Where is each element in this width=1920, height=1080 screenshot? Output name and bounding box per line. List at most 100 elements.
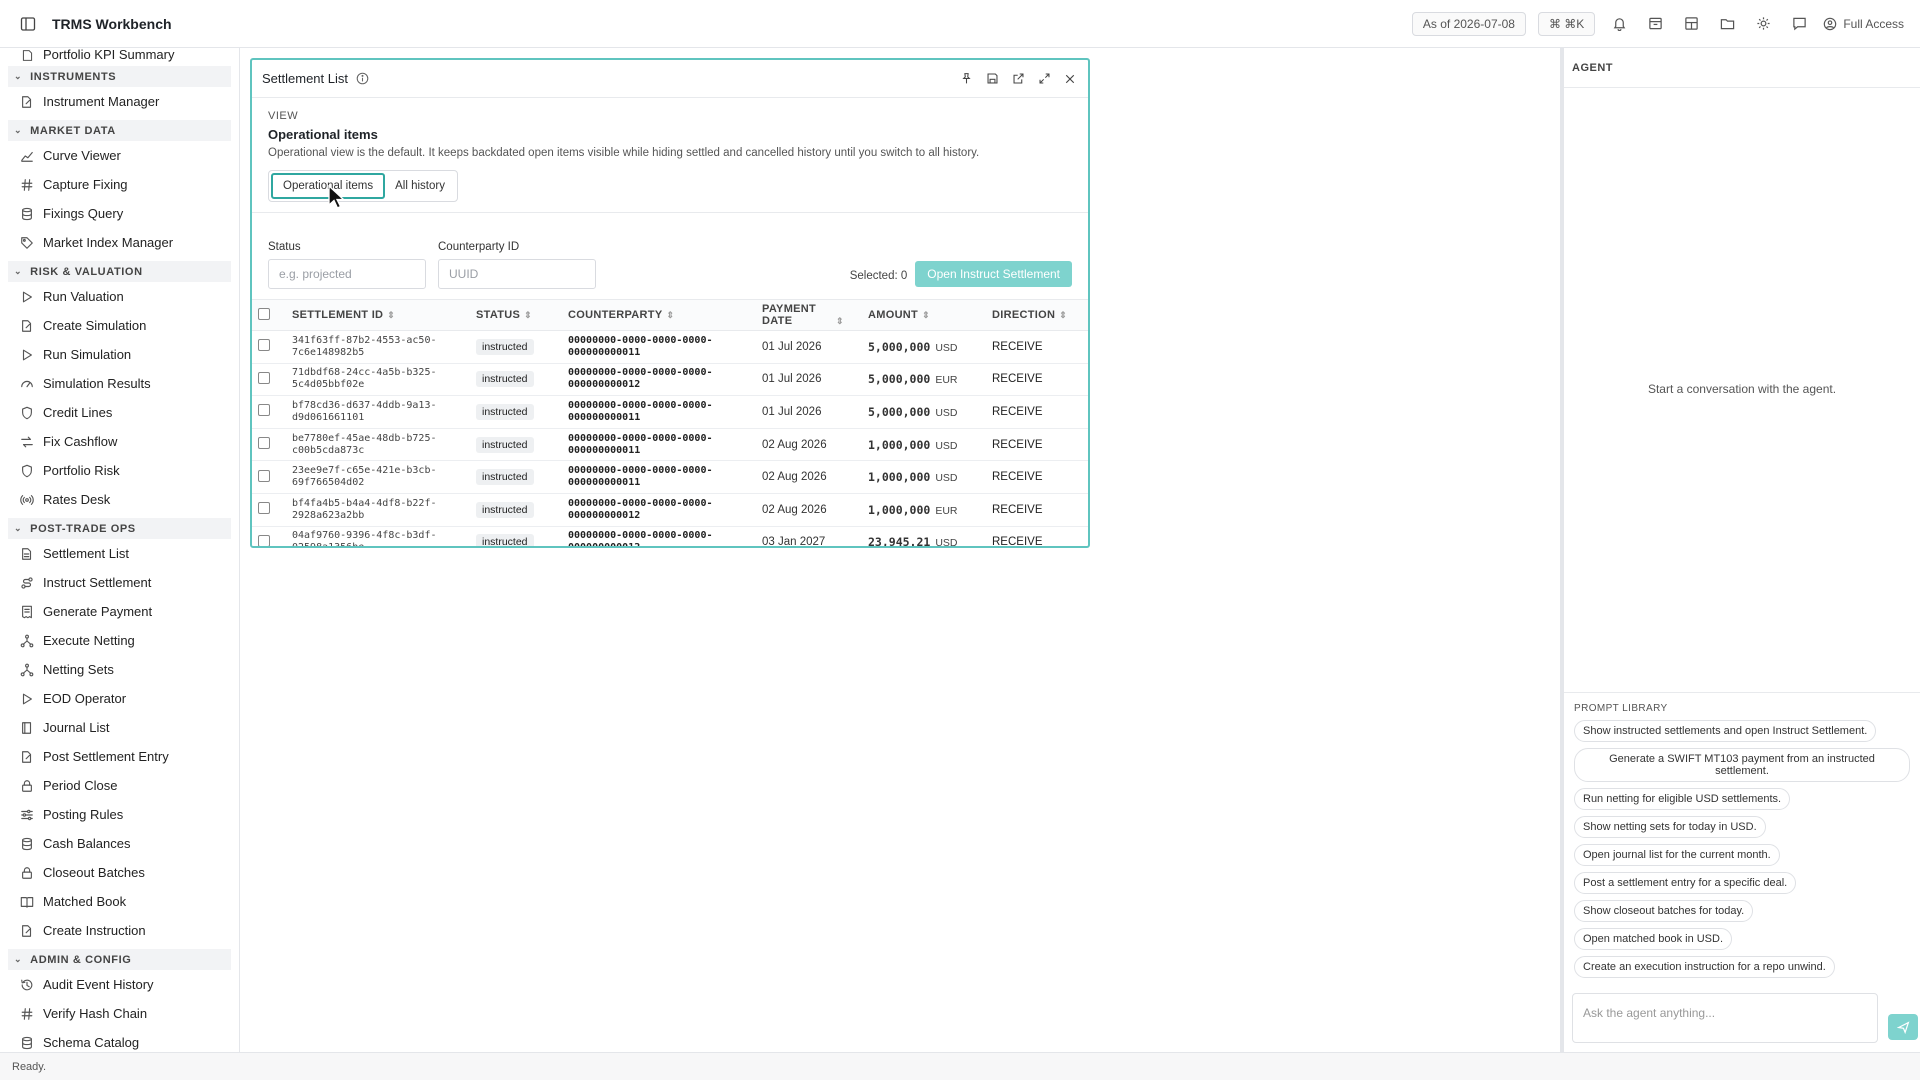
sidebar-section-risk-and-valuation[interactable]: ⌄ RISK & VALUATION (8, 261, 231, 282)
table-row[interactable]: bf4fa4b5-b4a4-4df8-b22f- 2928a623a2bb inst… (252, 493, 1088, 527)
sidebar-item-verify-hash-chain[interactable]: Verify Hash Chain (0, 999, 239, 1028)
sidebar-section-instruments[interactable]: ⌄ INSTRUMENTS (8, 66, 231, 87)
settlement-id-cell[interactable]: be7780ef-45ae-48db-b725- c00b5cda873c (286, 428, 470, 462)
sidebar-item-netting-sets[interactable]: Netting Sets (0, 655, 239, 684)
sidebar-item-period-close[interactable]: Period Close (0, 771, 239, 800)
row-checkbox[interactable] (258, 371, 270, 384)
layout-icon[interactable] (1679, 12, 1703, 36)
sidebar-item-create-simulation[interactable]: Create Simulation (0, 311, 239, 340)
table-row[interactable]: 71dbdf68-24cc-4a5b-b325- 5c4d05bbf02e inst… (252, 363, 1088, 397)
sidebar-item-capture-fixing[interactable]: Capture Fixing (0, 170, 239, 199)
sidebar-item-rates-desk[interactable]: Rates Desk (0, 485, 239, 514)
column-header-payment-date[interactable]: PAYMENT DATE ⇕ (756, 299, 862, 331)
settlement-id-cell[interactable]: 71dbdf68-24cc-4a5b-b325- 5c4d05bbf02e (286, 363, 470, 397)
settlement-id-cell[interactable]: 23ee9e7f-c65e-421e-b3cb- 69f766504d02 (286, 460, 470, 494)
save-icon[interactable] (984, 71, 1000, 87)
expand-icon[interactable] (1036, 71, 1052, 87)
gear-icon[interactable] (1751, 12, 1775, 36)
currency-code: USD (935, 341, 958, 354)
row-checkbox[interactable] (258, 437, 270, 450)
sidebar-item-label: Post Settlement Entry (43, 749, 169, 764)
info-icon[interactable] (356, 72, 369, 85)
close-icon[interactable] (1062, 71, 1078, 87)
sidebar-item-audit-event-history[interactable]: Audit Event History (0, 970, 239, 999)
status-badge: instructed (476, 436, 534, 453)
table-row[interactable]: be7780ef-45ae-48db-b725- c00b5cda873c inst… (252, 428, 1088, 462)
prompt-chip[interactable]: Show netting sets for today in USD. (1574, 816, 1766, 838)
sidebar-section-market-data[interactable]: ⌄ MARKET DATA (8, 120, 231, 141)
column-header-amount[interactable]: AMOUNT ⇕ (862, 299, 986, 331)
row-checkbox[interactable] (258, 404, 270, 417)
sidebar-item-label: Run Valuation (43, 289, 124, 304)
sidebar-item-fix-cashflow[interactable]: Fix Cashflow (0, 427, 239, 456)
sidebar-item-matched-book[interactable]: Matched Book (0, 887, 239, 916)
status-input[interactable] (268, 259, 426, 289)
sidebar-item-create-instruction[interactable]: Create Instruction (0, 916, 239, 945)
sidebar-item-run-simulation[interactable]: Run Simulation (0, 340, 239, 369)
sidebar-item-schema-catalog[interactable]: Schema Catalog (0, 1028, 239, 1052)
row-checkbox[interactable] (258, 469, 270, 482)
table-row[interactable]: bf78cd36-d637-4ddb-9a13- d9d061661101 inst… (252, 395, 1088, 429)
row-checkbox[interactable] (258, 502, 270, 515)
settlement-id-cell[interactable]: 341f63ff-87b2-4553-ac50- 7c6e148982b5 (286, 330, 470, 364)
sidebar-item-simulation-results[interactable]: Simulation Results (0, 369, 239, 398)
pin-icon[interactable] (958, 71, 974, 87)
sidebar-item-portfolio-risk[interactable]: Portfolio Risk (0, 456, 239, 485)
select-all-checkbox[interactable] (258, 307, 270, 320)
column-header-direction[interactable]: DIRECTION ⇕ (986, 299, 1088, 331)
settlement-id-cell[interactable]: bf4fa4b5-b4a4-4df8-b22f- 2928a623a2bb (286, 493, 470, 527)
row-checkbox[interactable] (258, 339, 270, 352)
column-header-settlement-id[interactable]: SETTLEMENT ID ⇕ (286, 299, 470, 331)
sidebar-item-eod-operator[interactable]: EOD Operator (0, 684, 239, 713)
sidebar-item-posting-rules[interactable]: Posting Rules (0, 800, 239, 829)
open-instruct-settlement-button[interactable]: Open Instruct Settlement (915, 261, 1072, 287)
prompt-chip[interactable]: Open matched book in USD. (1574, 928, 1733, 950)
table-row[interactable]: 23ee9e7f-c65e-421e-b3cb- 69f766504d02 inst… (252, 460, 1088, 494)
external-link-icon[interactable] (1010, 71, 1026, 87)
sidebar-item-curve-viewer[interactable]: Curve Viewer (0, 141, 239, 170)
sidebar-item-closeout-batches[interactable]: Closeout Batches (0, 858, 239, 887)
sidebar-item-settlement-list[interactable]: Settlement List (0, 539, 239, 568)
bell-icon[interactable] (1607, 12, 1631, 36)
sidebar-item-instrument-manager[interactable]: Instrument Manager (0, 87, 239, 116)
tab-all-history[interactable]: All history (385, 173, 455, 199)
prompt-chip[interactable]: Run netting for eligible USD settlements… (1574, 788, 1791, 810)
row-checkbox[interactable] (258, 534, 270, 546)
table-row[interactable]: 04af9760-9396-4f8c-b3df- 02598a1356be inst… (252, 526, 1088, 546)
settlement-id-cell[interactable]: bf78cd36-d637-4ddb-9a13- d9d061661101 (286, 395, 470, 429)
sidebar-item-market-index-manager[interactable]: Market Index Manager (0, 228, 239, 257)
prompt-chip[interactable]: Open journal list for the current month. (1574, 844, 1780, 866)
sidebar-item-run-valuation[interactable]: Run Valuation (0, 282, 239, 311)
prompt-chip[interactable]: Post a settlement entry for a specific d… (1574, 872, 1797, 894)
sidebar-item-fixings-query[interactable]: Fixings Query (0, 199, 239, 228)
sidebar-item-post-settlement-entry[interactable]: Post Settlement Entry (0, 742, 239, 771)
sidebar-item-portfolio-kpi-summary[interactable]: Portfolio KPI Summary (0, 48, 239, 62)
sidebar-section-admin-and-config[interactable]: ⌄ ADMIN & CONFIG (8, 949, 231, 970)
sidebar-item-cash-balances[interactable]: Cash Balances (0, 829, 239, 858)
sidebar-item-journal-list[interactable]: Journal List (0, 713, 239, 742)
folder-icon[interactable] (1715, 12, 1739, 36)
sidebar-item-generate-payment[interactable]: Generate Payment (0, 597, 239, 626)
as-of-date-button[interactable]: As of 2026-07-08 (1411, 11, 1526, 36)
agent-input[interactable]: Ask the agent anything... (1572, 993, 1878, 1043)
counterparty-id-input[interactable] (438, 259, 596, 289)
column-header-counterparty[interactable]: COUNTERPARTY ⇕ (562, 299, 756, 331)
send-button[interactable] (1888, 1014, 1918, 1040)
sidebar-section-post-trade-ops[interactable]: ⌄ POST-TRADE OPS (8, 518, 231, 539)
settlement-id-cell[interactable]: 04af9760-9396-4f8c-b3df- 02598a1356be (286, 526, 470, 546)
prompt-chip[interactable]: Show closeout batches for today. (1574, 900, 1754, 922)
sidebar-item-instruct-settlement[interactable]: Instruct Settlement (0, 568, 239, 597)
prompt-chip[interactable]: Generate a SWIFT MT103 payment from an i… (1574, 748, 1910, 782)
chat-icon[interactable] (1787, 12, 1811, 36)
prompt-chip[interactable]: Create an execution instruction for a re… (1574, 956, 1835, 978)
column-header-status[interactable]: STATUS ⇕ (470, 299, 562, 331)
sidebar-item-credit-lines[interactable]: Credit Lines (0, 398, 239, 427)
sidebar-toggle-icon[interactable] (16, 12, 40, 36)
access-indicator[interactable]: Full Access (1823, 17, 1904, 31)
table-row[interactable]: 341f63ff-87b2-4553-ac50- 7c6e148982b5 inst… (252, 330, 1088, 364)
command-palette-button[interactable]: ⌘ ⌘K (1537, 11, 1596, 36)
sidebar-item-execute-netting[interactable]: Execute Netting (0, 626, 239, 655)
archive-icon[interactable] (1643, 12, 1667, 36)
prompt-chip[interactable]: Show instructed settlements and open Ins… (1574, 720, 1877, 742)
sidebar-item-label: Capture Fixing (43, 177, 128, 192)
